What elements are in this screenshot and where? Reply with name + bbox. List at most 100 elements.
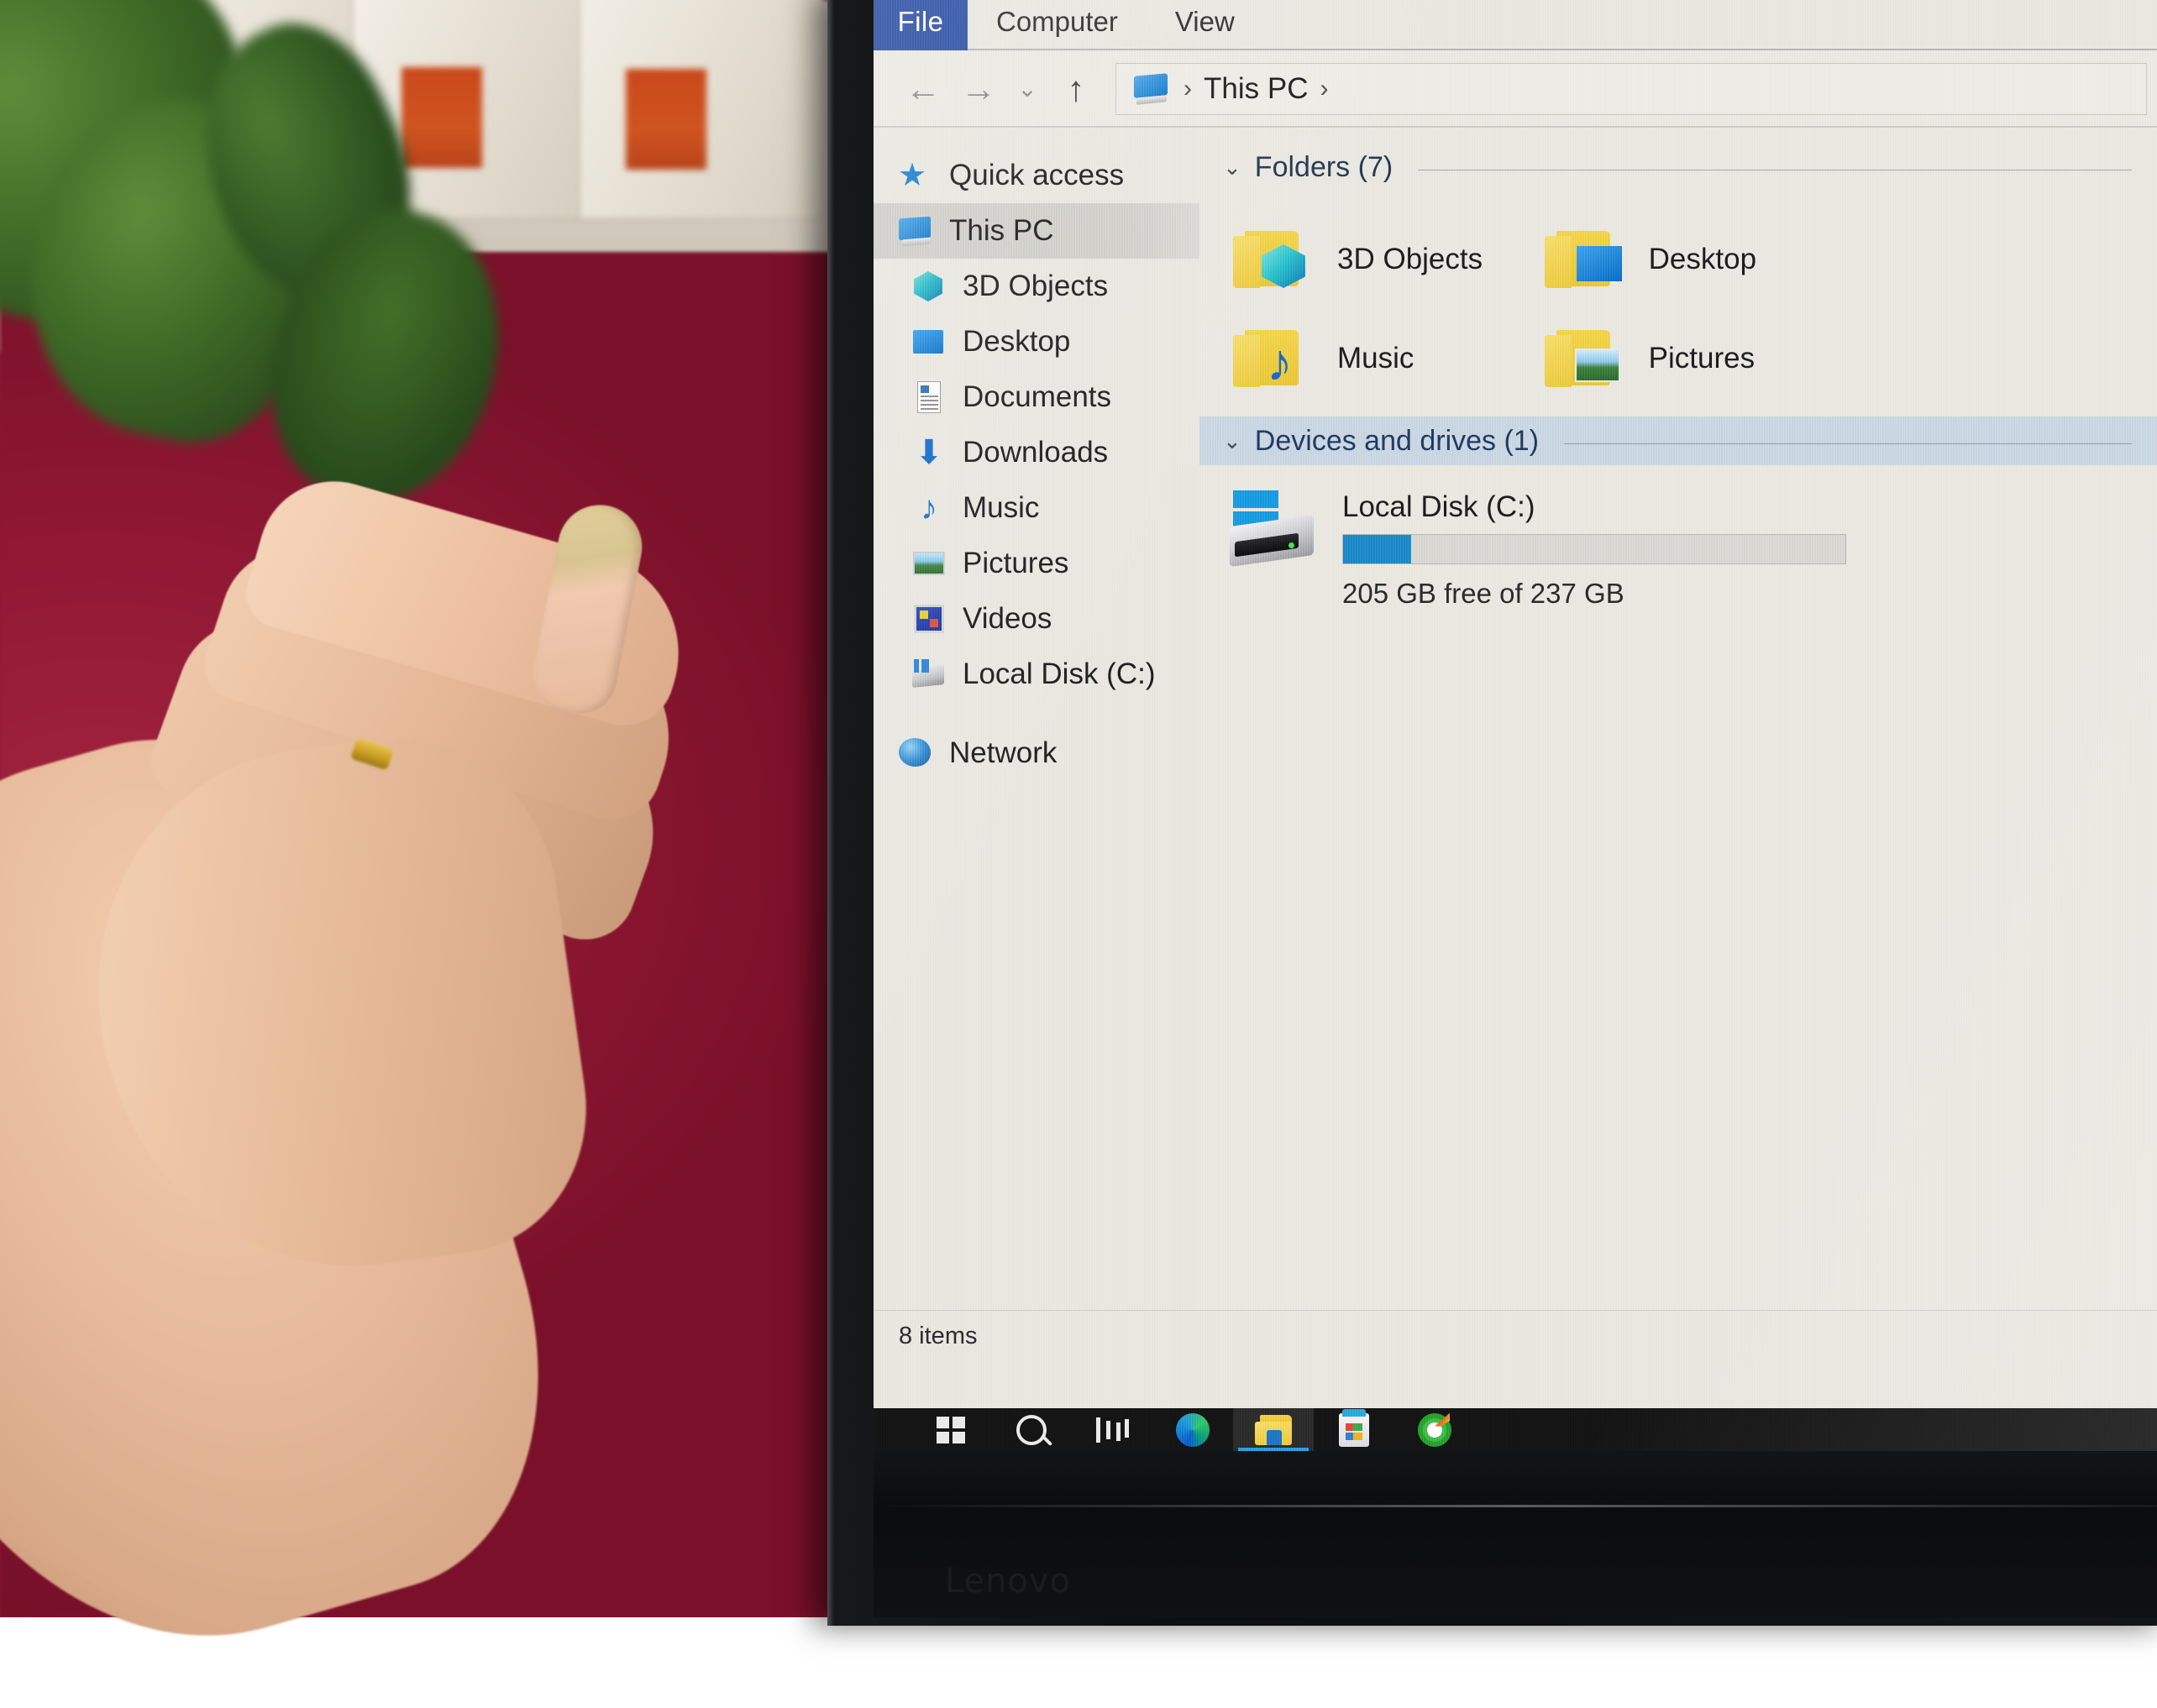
sidebar-item-documents[interactable]: Documents xyxy=(874,369,1199,425)
folder-tile-pictures[interactable]: Pictures xyxy=(1535,309,1846,408)
this-pc-icon xyxy=(1131,71,1172,107)
forward-arrow-icon: → xyxy=(961,71,996,107)
folder-tile-music[interactable]: ♪ Music xyxy=(1223,309,1535,408)
sidebar-item-desktop[interactable]: Desktop xyxy=(874,314,1199,369)
folder-3d-objects-icon xyxy=(1233,221,1314,298)
address-bar: ← → ⌄ ↑ › This PC › xyxy=(874,50,2157,128)
edge-icon xyxy=(1176,1413,1210,1447)
task-view-button[interactable] xyxy=(1072,1408,1152,1451)
download-icon: ⬇ xyxy=(911,434,947,471)
group-header-folders[interactable]: ⌄ Folders (7) xyxy=(1199,143,2157,191)
file-explorer-button[interactable] xyxy=(1233,1408,1314,1451)
folder-tile-grid: 3D Objects Desktop ♪ xyxy=(1199,191,2157,417)
breadcrumb-separator[interactable]: › xyxy=(1320,75,1328,103)
breadcrumb-this-pc[interactable]: This PC xyxy=(1204,72,1308,106)
folder-tile-label: 3D Objects xyxy=(1337,243,1483,276)
sidebar-item-label: Network xyxy=(949,736,1057,770)
folder-tile-desktop[interactable]: Desktop xyxy=(1535,210,1846,309)
sidebar-item-music[interactable]: ♪ Music xyxy=(874,480,1199,536)
product-box-label xyxy=(626,69,706,170)
sidebar-item-pictures[interactable]: Pictures xyxy=(874,536,1199,591)
local-disk-icon xyxy=(1228,487,1320,568)
group-header-label: Devices and drives (1) xyxy=(1255,425,1539,458)
cube-icon xyxy=(911,268,947,305)
status-bar: 8 items xyxy=(874,1310,2157,1362)
tab-view-label: View xyxy=(1175,6,1235,38)
video-icon xyxy=(911,600,947,637)
sidebar-item-label: Downloads xyxy=(963,436,1108,469)
tab-file[interactable]: File xyxy=(874,0,968,50)
sidebar-item-label: Documents xyxy=(963,380,1111,414)
music-note-icon: ♪ xyxy=(911,490,947,527)
folder-desktop-icon xyxy=(1545,221,1625,298)
sidebar-item-label: Videos xyxy=(963,602,1052,636)
start-button[interactable] xyxy=(911,1408,991,1451)
folder-music-icon: ♪ xyxy=(1233,320,1314,397)
drive-capacity-bar-fill xyxy=(1343,535,1411,563)
breadcrumb-separator: › xyxy=(1183,75,1192,103)
drive-capacity-bar xyxy=(1342,534,1846,564)
group-rule xyxy=(1564,443,2132,444)
up-arrow-icon: ↑ xyxy=(1068,71,1085,107)
drive-name-label: Local Disk (C:) xyxy=(1342,490,1846,524)
store-icon xyxy=(1339,1413,1369,1447)
breadcrumb[interactable]: › This PC › xyxy=(1115,63,2147,115)
forward-button[interactable]: → xyxy=(953,63,1005,115)
edge-button[interactable] xyxy=(1152,1408,1233,1451)
chevron-down-icon[interactable]: ⌄ xyxy=(1223,155,1241,181)
network-icon xyxy=(897,735,934,772)
picture-icon xyxy=(911,545,947,582)
sidebar-item-label: Music xyxy=(963,491,1039,525)
tab-view[interactable]: View xyxy=(1147,0,1263,50)
disc-app-button[interactable] xyxy=(1394,1408,1475,1451)
folder-pictures-icon xyxy=(1545,320,1625,397)
chevron-down-icon: ⌄ xyxy=(1017,77,1037,101)
sidebar-item-label: Quick access xyxy=(949,159,1124,192)
sidebar-item-label: Local Disk (C:) xyxy=(963,658,1155,691)
hand-holding-device xyxy=(0,470,890,1617)
sidebar-item-videos[interactable]: Videos xyxy=(874,591,1199,647)
document-icon xyxy=(911,379,947,416)
tab-file-label: File xyxy=(898,6,944,38)
drive-info: Local Disk (C:) 205 GB free of 237 GB xyxy=(1342,487,1846,610)
sidebar-item-label: Desktop xyxy=(963,325,1070,359)
file-explorer-icon xyxy=(1255,1415,1292,1445)
chevron-down-icon[interactable]: ⌄ xyxy=(1223,428,1241,454)
tab-computer-label: Computer xyxy=(996,6,1118,38)
sidebar-item-downloads[interactable]: ⬇ Downloads xyxy=(874,425,1199,480)
spacer xyxy=(874,702,1199,726)
sidebar-item-3d-objects[interactable]: 3D Objects xyxy=(874,259,1199,314)
tab-computer[interactable]: Computer xyxy=(968,0,1147,50)
back-button[interactable]: ← xyxy=(897,63,949,115)
windows-icon xyxy=(937,1417,965,1443)
navigation-pane: ★ Quick access This PC 3D Objects Deskto… xyxy=(874,128,1199,1310)
sidebar-item-this-pc[interactable]: This PC xyxy=(874,203,1199,259)
microsoft-store-button[interactable] xyxy=(1314,1408,1394,1451)
sidebar-item-quick-access[interactable]: ★ Quick access xyxy=(874,148,1199,203)
sidebar-item-label: Pictures xyxy=(963,547,1068,580)
sidebar-item-label: This PC xyxy=(949,214,1053,248)
group-header-devices-and-drives[interactable]: ⌄ Devices and drives (1) xyxy=(1199,417,2157,465)
search-button[interactable] xyxy=(991,1408,1072,1451)
sidebar-item-local-disk-c[interactable]: Local Disk (C:) xyxy=(874,647,1199,702)
folder-tile-label: Pictures xyxy=(1649,342,1755,375)
item-count-label: 8 items xyxy=(899,1323,977,1350)
folder-tile-label: Music xyxy=(1337,342,1414,375)
disc-icon xyxy=(1418,1413,1451,1447)
ribbon-tab-bar: File Computer View xyxy=(874,0,2157,50)
star-icon: ★ xyxy=(897,157,934,194)
sidebar-item-label: 3D Objects xyxy=(963,270,1108,303)
group-header-label: Folders (7) xyxy=(1255,151,1393,184)
recent-locations-button[interactable]: ⌄ xyxy=(1008,63,1047,115)
drive-tile-local-disk-c[interactable]: Local Disk (C:) 205 GB free of 237 GB xyxy=(1199,465,2157,610)
explorer-body: ★ Quick access This PC 3D Objects Deskto… xyxy=(874,128,2157,1310)
folder-tile-label: Desktop xyxy=(1649,243,1756,276)
desktop-icon xyxy=(911,323,947,360)
sidebar-item-network[interactable]: Network xyxy=(874,726,1199,781)
folder-tile-3d-objects[interactable]: 3D Objects xyxy=(1223,210,1535,309)
up-button[interactable]: ↑ xyxy=(1050,63,1102,115)
this-pc-icon xyxy=(897,212,934,249)
drive-icon xyxy=(911,656,947,693)
back-arrow-icon: ← xyxy=(905,71,941,107)
drive-free-space-label: 205 GB free of 237 GB xyxy=(1342,578,1846,610)
